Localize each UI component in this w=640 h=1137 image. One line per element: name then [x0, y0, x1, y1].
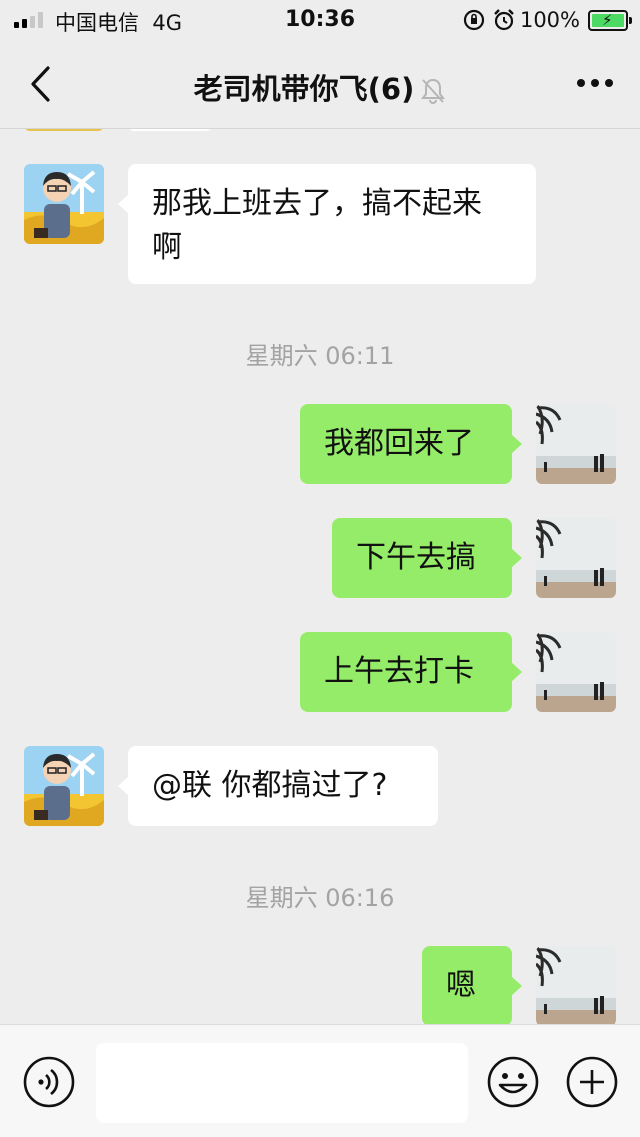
message-bubble[interactable]: 上午去打卡 — [300, 632, 522, 712]
previous-message-fragment — [24, 129, 104, 131]
self-avatar[interactable] — [536, 632, 616, 712]
message-bubble[interactable]: 我都回来了 — [300, 404, 522, 484]
message-text: 下午去搞 — [356, 540, 476, 575]
battery-percent: 100% — [519, 8, 580, 32]
cartoon-avatar-icon — [24, 746, 104, 826]
beach-photo-avatar-icon — [536, 632, 616, 712]
message-text: @联 你都搞过了? — [152, 768, 388, 803]
message-bubble[interactable]: 嗯 — [422, 946, 522, 1024]
message-list[interactable]: 那我上班去了，搞不起来 啊 星期六 06:11 我都回来了 下午去搞 上午去打卡… — [0, 129, 640, 1024]
message-text: 上午去打卡 — [324, 654, 474, 689]
beach-photo-avatar-icon — [536, 518, 616, 598]
bell-slash-icon — [421, 78, 446, 104]
avatar[interactable] — [24, 746, 104, 826]
message-text: 嗯 — [446, 968, 476, 1003]
timestamp: 星期六 06:16 — [245, 884, 395, 912]
message-bubble[interactable]: @联 你都搞过了? — [118, 746, 438, 826]
timestamp: 星期六 06:11 — [245, 342, 395, 370]
input-bar — [0, 1024, 640, 1137]
beach-photo-avatar-icon — [536, 404, 616, 484]
chat-header: 老司机带你飞(6) — [0, 40, 640, 129]
previous-bubble-fragment — [128, 129, 212, 131]
message-input[interactable] — [96, 1043, 468, 1123]
message-text: 那我上班去了，搞不起来 — [152, 186, 482, 221]
self-avatar[interactable] — [536, 404, 616, 484]
voice-button[interactable] — [22, 1055, 76, 1109]
message-text: 啊 — [152, 230, 182, 265]
plus-button[interactable] — [565, 1055, 619, 1109]
self-avatar[interactable] — [536, 518, 616, 598]
message-bubble[interactable]: 那我上班去了，搞不起来 啊 — [118, 164, 536, 284]
message-bubble[interactable]: 下午去搞 — [332, 518, 522, 598]
orientation-lock-icon — [463, 9, 485, 31]
self-avatar[interactable] — [536, 946, 616, 1024]
avatar[interactable] — [24, 164, 104, 244]
emoji-button[interactable] — [486, 1055, 540, 1109]
beach-photo-avatar-icon — [536, 946, 616, 1024]
cartoon-avatar-icon — [24, 164, 104, 244]
message-text: 我都回来了 — [324, 426, 474, 461]
alarm-icon — [494, 9, 514, 31]
status-bar: 中国电信 4G 10:36 100% ⚡ — [0, 0, 640, 40]
chat-title: 老司机带你飞(6) — [0, 66, 640, 108]
group-name: 老司机带你飞(6) — [193, 72, 415, 106]
battery-icon: ⚡ — [588, 9, 632, 31]
more-button[interactable] — [576, 78, 614, 88]
